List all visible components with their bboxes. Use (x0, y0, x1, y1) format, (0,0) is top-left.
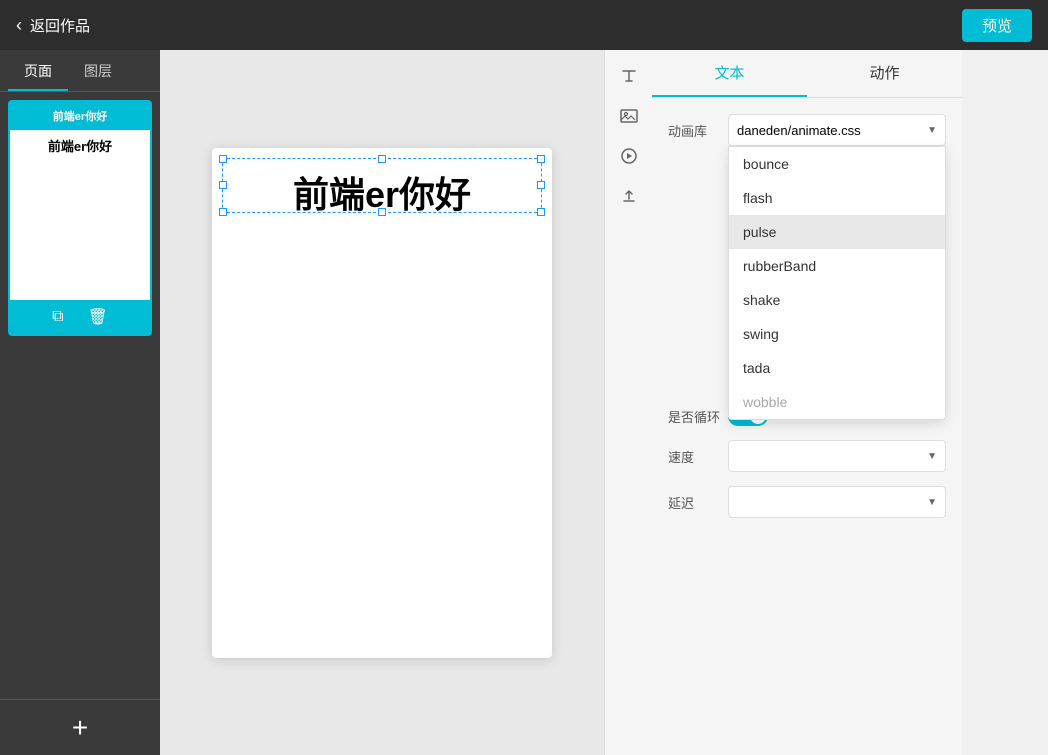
panel-tabs: 文本 动作 (652, 50, 962, 98)
main-layout: 页面 图层 前端er你好 前端er你好 ⧉ 🗑 + 前端er你好 (0, 50, 1048, 755)
dropdown-item-shake[interactable]: shake (729, 283, 945, 317)
delay-select[interactable]: ▼ (728, 486, 946, 518)
right-section: 文本 动作 动画库 daneden/animate.css ▼ bounce (604, 50, 1048, 755)
panel-body: 动画库 daneden/animate.css ▼ bounce flash p… (652, 98, 962, 755)
library-row: 动画库 daneden/animate.css ▼ bounce flash p… (668, 114, 946, 146)
library-select-value: daneden/animate.css (737, 123, 861, 138)
topbar: ‹ 返回作品 预览 (0, 0, 1048, 50)
tools-column (604, 50, 652, 755)
animation-dropdown: bounce flash pulse rubberBand shake swin… (728, 146, 946, 420)
speed-select-wrapper: ▼ (728, 440, 946, 472)
library-select-arrow-icon: ▼ (927, 125, 937, 136)
dropdown-item-tada[interactable]: tada (729, 351, 945, 385)
thumb-body: 前端er你好 (10, 130, 150, 300)
topbar-left: ‹ 返回作品 (16, 15, 90, 36)
tab-page[interactable]: 页面 (8, 53, 68, 91)
dropdown-item-pulse[interactable]: pulse (729, 215, 945, 249)
sidebar: 页面 图层 前端er你好 前端er你好 ⧉ 🗑 + (0, 50, 160, 755)
preview-button[interactable]: 预览 (962, 9, 1032, 42)
thumb-actions: ⧉ 🗑 (10, 300, 150, 334)
sidebar-bottom: + (0, 699, 160, 755)
library-select-wrapper: daneden/animate.css ▼ bounce flash pulse… (728, 114, 946, 146)
thumb-text: 前端er你好 (10, 130, 150, 155)
dropdown-item-swing[interactable]: swing (729, 317, 945, 351)
dropdown-item-bounce[interactable]: bounce (729, 147, 945, 181)
dropdown-item-flash[interactable]: flash (729, 181, 945, 215)
back-label[interactable]: 返回作品 (30, 15, 90, 36)
panel-tab-text[interactable]: 文本 (652, 50, 807, 97)
copy-icon[interactable]: ⧉ (52, 308, 63, 326)
page-thumbnail[interactable]: 前端er你好 前端er你好 ⧉ 🗑 (8, 100, 152, 336)
library-select[interactable]: daneden/animate.css ▼ (728, 114, 946, 146)
delay-label: 延迟 (668, 493, 728, 512)
sidebar-content: 前端er你好 前端er你好 ⧉ 🗑 (0, 92, 160, 699)
right-panel: 文本 动作 动画库 daneden/animate.css ▼ bounce (652, 50, 962, 755)
panel-tab-action[interactable]: 动作 (807, 50, 962, 97)
delay-row: 延迟 ▼ (668, 486, 946, 518)
thumb-title: 前端er你好 (10, 102, 150, 130)
speed-select-arrow-icon: ▼ (927, 451, 937, 462)
upload-tool-button[interactable] (611, 178, 647, 214)
delete-icon[interactable]: 🗑 (88, 307, 108, 327)
phone-frame: 前端er你好 (212, 148, 552, 658)
speed-row: 速度 ▼ (668, 440, 946, 472)
sidebar-tabbar: 页面 图层 (0, 50, 160, 92)
delay-select-arrow-icon: ▼ (927, 497, 937, 508)
play-tool-button[interactable] (611, 138, 647, 174)
image-tool-button[interactable] (611, 98, 647, 134)
delay-select-wrapper: ▼ (728, 486, 946, 518)
dropdown-item-rubberband[interactable]: rubberBand (729, 249, 945, 283)
library-label: 动画库 (668, 121, 728, 140)
canvas-area: 前端er你好 (160, 50, 604, 755)
loop-label: 是否循环 (668, 407, 728, 426)
speed-label: 速度 (668, 447, 728, 466)
text-tool-button[interactable] (611, 58, 647, 94)
speed-select[interactable]: ▼ (728, 440, 946, 472)
back-icon[interactable]: ‹ (16, 15, 22, 36)
tab-layer[interactable]: 图层 (68, 53, 128, 91)
dropdown-item-wobble[interactable]: wobble (729, 385, 945, 419)
add-page-button[interactable]: + (62, 710, 98, 746)
text-element[interactable]: 前端er你好 (212, 158, 552, 226)
